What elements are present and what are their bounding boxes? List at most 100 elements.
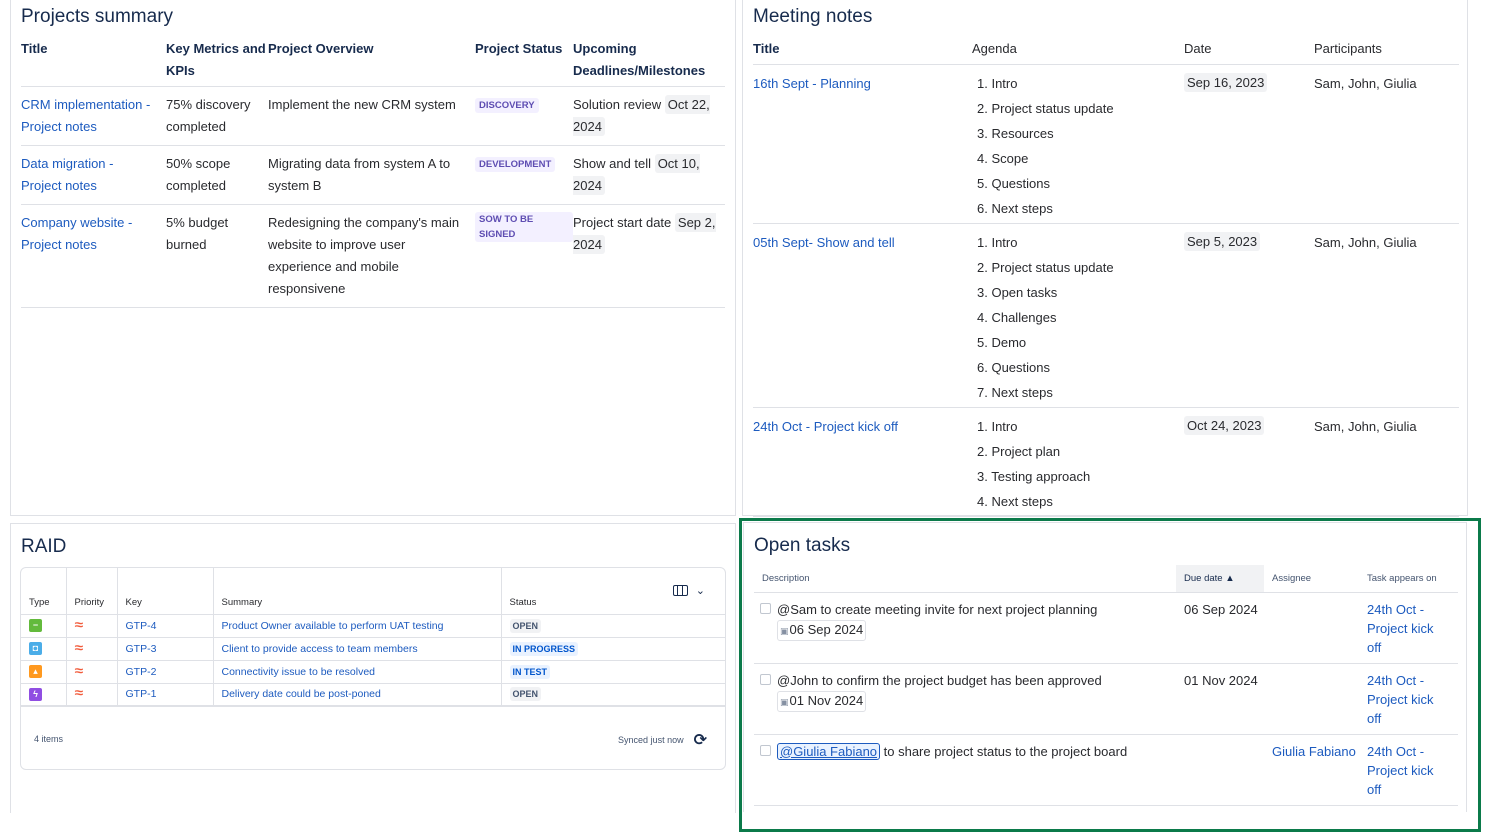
task-checkbox[interactable]	[760, 744, 771, 756]
table-row: − ≈ GTP-4 Product Owner available to per…	[21, 614, 725, 638]
task-inline-date[interactable]: ▣01 Nov 2024	[777, 690, 867, 712]
header-deadlines: Upcoming Deadlines/Milestones	[573, 41, 706, 78]
agenda-item: 3. Resources	[977, 126, 1054, 141]
header-title: Title	[21, 41, 48, 56]
issue-key-link[interactable]: GTP-2	[126, 666, 157, 678]
column-picker-button[interactable]: ⌄	[672, 584, 705, 597]
open-tasks-title: Open tasks	[754, 535, 851, 556]
item-count: 4 items	[34, 734, 64, 744]
table-row: CRM implementation - Project notes 75% d…	[21, 86, 725, 146]
task-assignee[interactable]: Giulia Fabiano	[1272, 744, 1356, 759]
milestone-text: Show and tell	[573, 156, 652, 171]
task-row: @Giulia Fabiano to share project status …	[754, 734, 1458, 806]
table-row: Company website - Project notes 5% budge…	[21, 204, 725, 308]
refresh-icon[interactable]: ⟳	[694, 730, 707, 750]
status-badge: IN TEST	[509, 664, 551, 679]
header-project-overview: Project Overview	[268, 41, 374, 56]
participants-text: Sam, John, Giulia	[1314, 76, 1417, 91]
metrics-text: 50% scope completed	[166, 156, 231, 193]
agenda-item: 4. Scope	[977, 151, 1029, 166]
raid-table: Type Priority Key Summary Status − ≈ GTP…	[21, 568, 725, 707]
table-row: ϟ ≈ GTP-1 Delivery date could be post-po…	[21, 683, 725, 707]
header-assignee[interactable]: Assignee	[1264, 565, 1359, 593]
task-description: @Sam to create meeting invite for next p…	[777, 601, 1098, 617]
table-row: ◘ ≈ GTP-3 Client to provide access to te…	[21, 637, 725, 661]
agenda-list: 1. Intro 2. Project status update 3. Ope…	[972, 230, 1184, 405]
agenda-item: 6. Questions	[977, 360, 1050, 375]
project-link[interactable]: Data migration - Project notes	[21, 156, 113, 193]
calendar-icon: ▣	[780, 696, 789, 707]
table-row: 05th Sept- Show and tell 1. Intro 2. Pro…	[753, 223, 1459, 408]
header-project-status: Project Status	[475, 41, 563, 56]
meeting-link[interactable]: 05th Sept- Show and tell	[753, 235, 895, 250]
header-key[interactable]: Key	[117, 568, 214, 615]
priority-highest-icon: ≈	[73, 616, 83, 632]
agenda-list: 1. Intro 2. Project status update 3. Res…	[972, 71, 1184, 221]
overview-text: Migrating data from system A to system B	[268, 156, 451, 193]
calendar-icon: ▣	[780, 625, 789, 636]
header-priority[interactable]: Priority	[66, 568, 118, 615]
meeting-date[interactable]: Oct 24, 2023	[1184, 416, 1265, 435]
agenda-item: 7. Next steps	[977, 385, 1053, 400]
meeting-notes-title: Meeting notes	[753, 6, 873, 27]
chevron-down-icon: ⌄	[695, 585, 705, 597]
issue-summary-link[interactable]: Delivery date could be post-poned	[222, 688, 381, 700]
agenda-item: 4. Next steps	[977, 494, 1053, 509]
issue-key-link[interactable]: GTP-1	[126, 688, 157, 700]
agenda-item: 4. Challenges	[977, 310, 1057, 325]
projects-summary-panel: Projects summary Title Key Metrics and K…	[10, 0, 736, 516]
task-page-link[interactable]: 24th Oct - Project kick off	[1367, 673, 1433, 726]
header-description[interactable]: Description	[754, 565, 1176, 593]
agenda-item: 1. Intro	[977, 419, 1018, 434]
task-inline-date[interactable]: ▣06 Sep 2024	[777, 619, 867, 641]
task-page-link[interactable]: 24th Oct - Project kick off	[1367, 602, 1433, 655]
task-description: @John to confirm the project budget has …	[777, 672, 1102, 688]
open-tasks-table: Description Due date ▲ Assignee Task app…	[754, 565, 1458, 806]
header-title: Title	[753, 41, 780, 56]
agenda-item: 5. Questions	[977, 176, 1050, 191]
agenda-item: 2. Project plan	[977, 444, 1061, 459]
header-due-date[interactable]: Due date ▲	[1176, 565, 1264, 593]
meeting-link[interactable]: 16th Sept - Planning	[753, 76, 871, 91]
issue-summary-link[interactable]: Product Owner available to perform UAT t…	[222, 620, 444, 632]
participants-text: Sam, John, Giulia	[1314, 235, 1417, 250]
header-task-appears-on[interactable]: Task appears on	[1359, 565, 1458, 593]
lock-icon: ▴	[29, 665, 42, 678]
milestone-text: Solution review	[573, 97, 662, 112]
header-key-metrics: Key Metrics and KPIs	[166, 41, 266, 78]
header-agenda: Agenda	[972, 41, 1017, 56]
task-checkbox[interactable]	[760, 673, 771, 685]
header-date: Date	[1184, 41, 1212, 56]
projects-summary-title: Projects summary	[21, 6, 174, 27]
raid-jira-table: Type Priority Key Summary Status − ≈ GTP…	[20, 567, 726, 770]
task-page-link[interactable]: 24th Oct - Project kick off	[1367, 744, 1433, 797]
issue-summary-link[interactable]: Connectivity issue to be resolved	[222, 666, 376, 678]
task-row: @John to confirm the project budget has …	[754, 663, 1458, 735]
columns-icon	[672, 585, 688, 596]
sync-label: Synced just now	[618, 735, 684, 745]
header-summary[interactable]: Summary	[213, 568, 502, 615]
task-row: @Sam to create meeting invite for next p…	[754, 592, 1458, 664]
issue-key-link[interactable]: GTP-4	[126, 620, 157, 632]
task-checkbox[interactable]	[760, 602, 771, 614]
header-participants: Participants	[1314, 41, 1382, 56]
issue-key-link[interactable]: GTP-3	[126, 643, 157, 655]
header-type[interactable]: Type	[21, 568, 67, 615]
status-badge: OPEN	[509, 618, 542, 633]
project-link[interactable]: CRM implementation - Project notes	[21, 97, 150, 134]
table-row: 24th Oct - Project kick off 1. Intro 2. …	[753, 407, 1459, 517]
user-mention[interactable]: @Giulia Fabiano	[777, 742, 881, 760]
agenda-item: 2. Project status update	[977, 260, 1114, 275]
agenda-list: 1. Intro 2. Project plan 3. Testing appr…	[972, 414, 1184, 514]
minus-icon: −	[29, 619, 42, 632]
table-row: Data migration - Project notes 50% scope…	[21, 145, 725, 205]
overview-text: Redesigning the company's main website t…	[268, 215, 460, 296]
project-link[interactable]: Company website - Project notes	[21, 215, 132, 252]
sync-status: Synced just now ⟳	[618, 730, 707, 750]
meeting-date[interactable]: Sep 16, 2023	[1184, 73, 1268, 92]
issue-summary-link[interactable]: Client to provide access to team members	[222, 643, 418, 655]
meeting-date[interactable]: Sep 5, 2023	[1184, 232, 1261, 251]
meeting-link[interactable]: 24th Oct - Project kick off	[753, 419, 898, 434]
agenda-item: 3. Open tasks	[977, 285, 1058, 300]
status-badge: DEVELOPMENT	[475, 157, 556, 173]
